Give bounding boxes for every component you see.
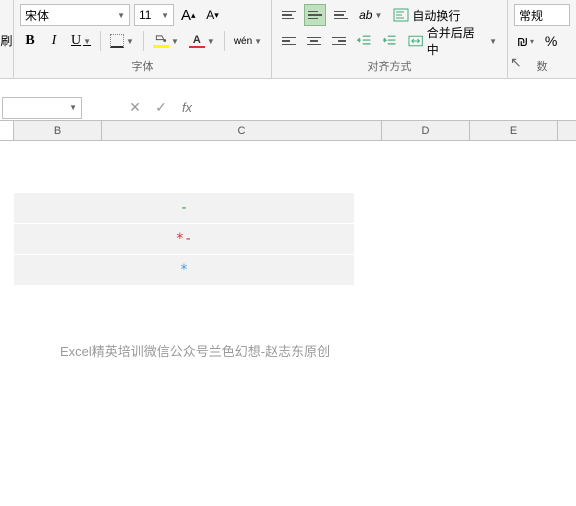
chevron-down-icon: ▼ (161, 11, 169, 20)
align-top-button[interactable] (278, 4, 300, 26)
font-name-select[interactable]: 宋体 ▼ (20, 4, 130, 26)
align-group: ab▼ 自动换行 合并后居中 ▼ 对齐方式 (272, 0, 508, 78)
merge-center-label: 合并后居中 (427, 24, 484, 58)
percent-button[interactable]: % (541, 30, 561, 52)
font-group: 宋体 ▼ 11 ▼ A▴ A▾ B I U▼ ▼ (14, 0, 272, 78)
chevron-down-icon: ▼ (117, 11, 125, 20)
confirm-formula-button[interactable]: ✓ (148, 96, 174, 120)
phonetic-button[interactable]: wén▼ (231, 30, 265, 52)
font-size-value: 11 (139, 8, 151, 22)
bucket-icon (153, 34, 169, 48)
ribbon-toolbar: 刷 宋体 ▼ 11 ▼ A▴ A▾ B I U▼ ▼ (0, 0, 576, 79)
align-right-button[interactable] (328, 30, 349, 52)
increase-indent-button[interactable] (379, 30, 400, 52)
cursor-icon: ↖ (510, 54, 522, 71)
wrap-text-button[interactable]: 自动换行 (389, 4, 464, 26)
wrap-icon (393, 7, 409, 23)
font-size-select[interactable]: 11 ▼ (134, 4, 174, 26)
select-all-corner[interactable] (0, 121, 14, 140)
align-left-button[interactable] (278, 30, 299, 52)
align-bottom-button[interactable] (330, 4, 352, 26)
wrap-text-label: 自动换行 (412, 7, 460, 24)
merge-icon (408, 33, 423, 49)
formula-input[interactable] (200, 97, 576, 119)
fill-color-button[interactable]: ▼ (150, 30, 182, 52)
border-icon (110, 34, 124, 48)
column-header-C[interactable]: C (102, 121, 382, 140)
column-header-E[interactable]: E (470, 121, 558, 140)
attribution-text: Excel精英培训微信公众号兰色幻想-赵志东原创 (60, 341, 330, 360)
spreadsheet-canvas[interactable]: - *- * Excel精英培训微信公众号兰色幻想-赵志东原创 (0, 141, 576, 481)
chevron-down-icon: ▼ (69, 103, 77, 112)
currency-button[interactable]: ₪▾ (514, 30, 537, 52)
quick-access-edge: 刷 (0, 0, 14, 78)
merge-center-button[interactable]: 合并后居中 ▼ (404, 30, 501, 52)
number-group: 常规 ₪▾ % 数 ↖ (508, 0, 576, 78)
name-box[interactable]: ▼ (2, 97, 82, 119)
cell-value: - (180, 200, 188, 216)
align-middle-button[interactable] (304, 4, 326, 26)
data-block: - *- * (14, 193, 354, 286)
column-header-D[interactable]: D (382, 121, 470, 140)
align-center-button[interactable] (303, 30, 324, 52)
font-name-value: 宋体 (25, 7, 49, 24)
fx-button[interactable]: fx (174, 96, 200, 120)
bold-button[interactable]: B (20, 30, 40, 52)
font-group-label: 字体 (20, 56, 265, 76)
border-button[interactable]: ▼ (107, 30, 137, 52)
cell-value: * (180, 262, 188, 278)
cell-value: *- (176, 231, 193, 247)
column-headers: B C D E (0, 121, 576, 141)
font-color-button[interactable]: A ▼ (186, 30, 218, 52)
number-group-label: 数 ↖ (514, 56, 570, 76)
format-painter-label[interactable]: 刷 (1, 32, 13, 49)
underline-button[interactable]: U▼ (68, 30, 94, 52)
table-row[interactable]: - (14, 193, 354, 223)
number-format-value: 常规 (519, 7, 543, 24)
font-color-icon: A (189, 34, 205, 48)
increase-font-button[interactable]: A▴ (178, 4, 199, 26)
decrease-indent-button[interactable] (354, 30, 375, 52)
orientation-button[interactable]: ab▼ (356, 4, 385, 26)
formula-bar: ▼ ✕ ✓ fx (0, 95, 576, 121)
table-row[interactable]: * (14, 255, 354, 285)
italic-button[interactable]: I (44, 30, 64, 52)
number-format-select[interactable]: 常规 (514, 4, 570, 26)
column-header-B[interactable]: B (14, 121, 102, 140)
table-row[interactable]: *- (14, 224, 354, 254)
decrease-font-button[interactable]: A▾ (203, 4, 223, 26)
cancel-formula-button[interactable]: ✕ (122, 96, 148, 120)
align-group-label: 对齐方式 (278, 56, 501, 76)
